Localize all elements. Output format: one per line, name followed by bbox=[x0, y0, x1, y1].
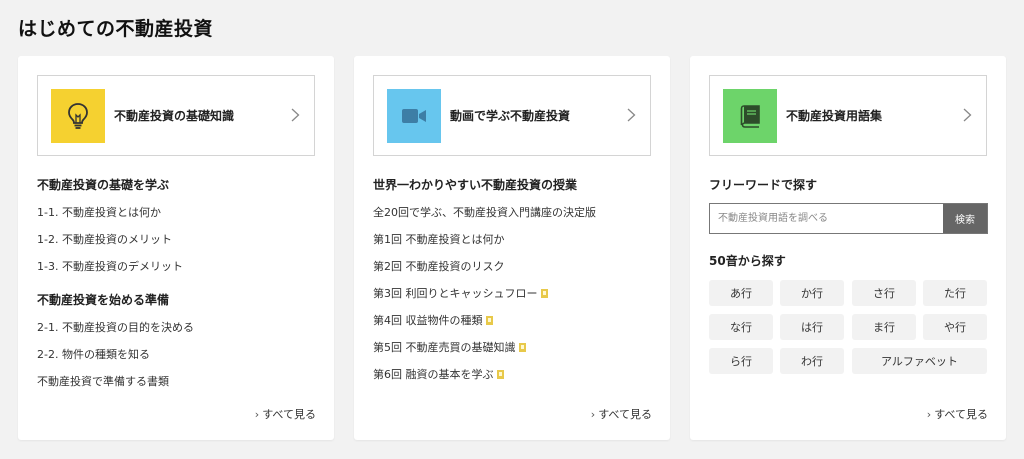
chevron-right-icon bbox=[627, 108, 636, 122]
section-title: 世界一わかりやすい不動産投資の授業 bbox=[373, 178, 578, 192]
hero-label: 不動産投資の基礎知識 bbox=[114, 109, 235, 123]
bookmark-icon bbox=[518, 343, 526, 352]
book-icon bbox=[723, 89, 777, 143]
hero-link-videos[interactable]: 動画で学ぶ不動産投資 bbox=[373, 75, 651, 156]
article-link[interactable]: 1-3. 不動産投資のデメリット bbox=[37, 258, 183, 274]
search-input[interactable] bbox=[710, 204, 943, 233]
chevron-right-icon: › bbox=[254, 408, 260, 421]
kana-button[interactable]: か行 bbox=[780, 280, 844, 306]
search-button[interactable]: 検索 bbox=[943, 204, 987, 233]
kana-button[interactable]: や行 bbox=[923, 314, 987, 340]
kana-button[interactable]: ま行 bbox=[852, 314, 916, 340]
lesson-label: 全20回で学ぶ、不動産投資入門講座の決定版 bbox=[373, 206, 596, 219]
bookmark-icon bbox=[485, 316, 493, 325]
bookmark-icon bbox=[540, 289, 548, 298]
video-camera-icon bbox=[387, 89, 441, 143]
article-link[interactable]: 不動産投資で準備する書類 bbox=[37, 373, 169, 389]
see-all-label: すべて見る bbox=[262, 408, 316, 421]
see-all-link[interactable]: › すべて見る bbox=[255, 406, 316, 422]
bookmark-icon bbox=[496, 370, 504, 379]
lesson-label: 第1回 不動産投資とは何か bbox=[373, 233, 505, 246]
chevron-right-icon bbox=[963, 108, 972, 122]
card-basics: 不動産投資の基礎知識 不動産投資の基礎を学ぶ 1-1. 不動産投資とは何か 1-… bbox=[18, 56, 334, 440]
see-all-label: すべて見る bbox=[934, 408, 988, 421]
lesson-link[interactable]: 第4回 収益物件の種類 bbox=[373, 312, 493, 328]
lesson-label: 第5回 不動産売買の基礎知識 bbox=[373, 341, 516, 354]
kana-button[interactable]: は行 bbox=[780, 314, 844, 340]
kana-button[interactable]: あ行 bbox=[709, 280, 773, 306]
lesson-link[interactable]: 第2回 不動産投資のリスク bbox=[373, 258, 505, 274]
article-link[interactable]: 2-2. 物件の種類を知る bbox=[37, 346, 150, 362]
kana-button[interactable]: さ行 bbox=[852, 280, 916, 306]
lesson-label: 第4回 収益物件の種類 bbox=[373, 314, 483, 327]
article-link[interactable]: 2-1. 不動産投資の目的を決める bbox=[37, 319, 194, 335]
chevron-right-icon: › bbox=[590, 408, 596, 421]
lesson-label: 第6回 融資の基本を学ぶ bbox=[373, 368, 494, 381]
lesson-link[interactable]: 第1回 不動産投資とは何か bbox=[373, 231, 505, 247]
lesson-link[interactable]: 第3回 利回りとキャッシュフロー bbox=[373, 285, 548, 301]
see-all-link[interactable]: › すべて見る bbox=[927, 406, 988, 422]
section-title: フリーワードで探す bbox=[709, 178, 818, 192]
kana-button[interactable]: アルファベット bbox=[852, 348, 987, 374]
lesson-link[interactable]: 第6回 融資の基本を学ぶ bbox=[373, 366, 504, 382]
lesson-label: 第3回 利回りとキャッシュフロー bbox=[373, 287, 538, 300]
lesson-link[interactable]: 全20回で学ぶ、不動産投資入門講座の決定版 bbox=[373, 204, 596, 220]
lightbulb-icon bbox=[51, 89, 105, 143]
page-title: はじめての不動産投資 bbox=[18, 18, 214, 40]
lesson-label: 第2回 不動産投資のリスク bbox=[373, 260, 505, 273]
article-link[interactable]: 1-1. 不動産投資とは何か bbox=[37, 204, 161, 220]
kana-button[interactable]: わ行 bbox=[780, 348, 844, 374]
section-title: 不動産投資を始める準備 bbox=[37, 293, 170, 307]
kana-button[interactable]: ら行 bbox=[709, 348, 773, 374]
hero-label: 不動産投資用語集 bbox=[786, 109, 883, 123]
lesson-link[interactable]: 第5回 不動産売買の基礎知識 bbox=[373, 339, 526, 355]
chevron-right-icon: › bbox=[926, 408, 932, 421]
hero-link-basics[interactable]: 不動産投資の基礎知識 bbox=[37, 75, 315, 156]
kana-button[interactable]: な行 bbox=[709, 314, 773, 340]
see-all-link[interactable]: › すべて見る bbox=[591, 406, 652, 422]
article-link[interactable]: 1-2. 不動産投資のメリット bbox=[37, 231, 172, 247]
card-videos: 動画で学ぶ不動産投資 世界一わかりやすい不動産投資の授業 全20回で学ぶ、不動産… bbox=[354, 56, 670, 440]
hero-link-glossary[interactable]: 不動産投資用語集 bbox=[709, 75, 987, 156]
card-glossary: 不動産投資用語集 フリーワードで探す 検索 50音から探す あ行 か行 さ行 た… bbox=[690, 56, 1006, 440]
see-all-label: すべて見る bbox=[598, 408, 652, 421]
kana-button[interactable]: た行 bbox=[923, 280, 987, 306]
hero-label: 動画で学ぶ不動産投資 bbox=[450, 109, 571, 123]
section-title: 不動産投資の基礎を学ぶ bbox=[37, 178, 170, 192]
chevron-right-icon bbox=[291, 108, 300, 122]
glossary-search: 検索 bbox=[709, 203, 988, 234]
section-title: 50音から探す bbox=[709, 254, 786, 268]
